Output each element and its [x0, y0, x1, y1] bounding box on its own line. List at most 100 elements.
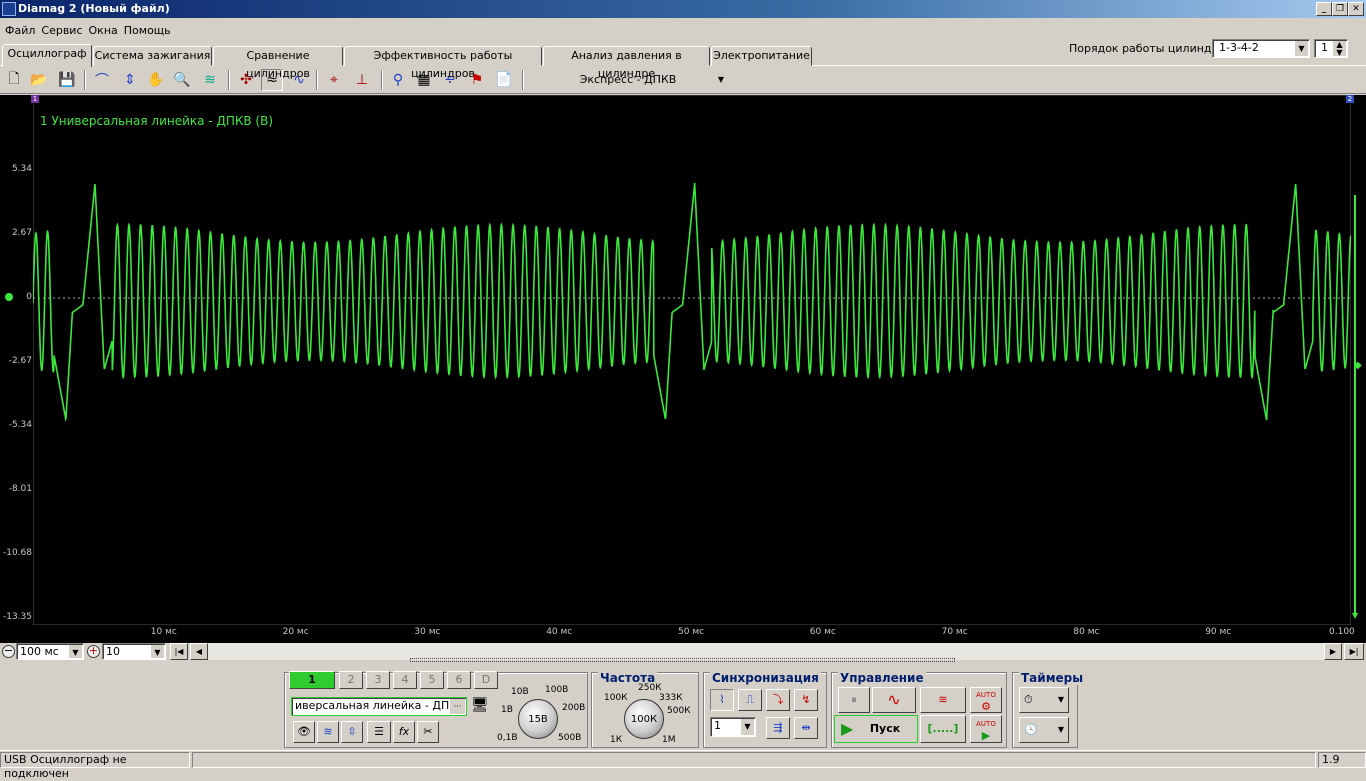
pause-button[interactable]: ⏸: [838, 687, 870, 713]
notes-icon[interactable]: 📄: [493, 69, 515, 91]
frame-count-select[interactable]: 10 ▼: [102, 643, 166, 660]
first-frame-button[interactable]: |◀: [170, 643, 188, 660]
channel-1-button[interactable]: 1: [289, 671, 335, 689]
fit-wave-icon[interactable]: ✣: [235, 69, 257, 91]
sync-level-icon[interactable]: ⇶: [766, 717, 790, 739]
x-tick-label: 80 мс: [1073, 627, 1100, 637]
timer-1-button[interactable]: ⏱ ▼: [1019, 687, 1069, 713]
waveform-series-line: [33, 182, 1351, 422]
tab-cylinder-efficiency[interactable]: Эффективность работы цилиндров: [344, 46, 542, 80]
frequency-knob[interactable]: 100К: [624, 699, 664, 739]
oscilloscope-view[interactable]: 1 Универсальная линейка - ДПКВ (В) 1 2 ◆…: [0, 95, 1366, 643]
frequency-label: 1М: [662, 735, 676, 745]
zoom-out-icon[interactable]: −: [2, 645, 15, 658]
sync-auto-icon[interactable]: ↯: [794, 689, 818, 711]
cursor-measure-icon[interactable]: ⇕: [119, 69, 141, 91]
function-icon[interactable]: fx: [393, 721, 415, 743]
timers-title: Таймеры: [1019, 671, 1086, 685]
menu-help[interactable]: Помощь: [121, 24, 174, 37]
chevron-down-icon: ▼: [150, 645, 164, 658]
y-tick-label: 2.67: [11, 228, 32, 238]
zoom-in-icon[interactable]: +: [87, 645, 100, 658]
line-style-icon[interactable]: ☰: [367, 721, 391, 743]
channel-d-button[interactable]: D: [474, 671, 498, 689]
hand-icon[interactable]: ✋: [145, 69, 167, 91]
cursor-curve-icon[interactable]: ⌒: [91, 69, 113, 91]
split-icon[interactable]: ÷: [439, 69, 461, 91]
waveform-plot[interactable]: [33, 95, 1351, 625]
close-button[interactable]: ✕: [1348, 2, 1364, 16]
sync-off-icon[interactable]: ⌇: [710, 689, 734, 711]
timebase-bar: − 100 мс ▼ + 10 ▼ |◀ ◀ ▶ ▶|: [0, 643, 1366, 662]
zoom-icon[interactable]: 🔍: [171, 69, 193, 91]
channel-4-button[interactable]: 4: [393, 671, 417, 689]
frequency-label: 1К: [610, 735, 623, 745]
tab-power[interactable]: Электропитание: [711, 46, 812, 66]
vertical-move-icon[interactable]: ⇳: [341, 721, 363, 743]
chevron-down-icon: ▼: [68, 645, 82, 658]
sync-rising-icon[interactable]: ⎍: [738, 689, 762, 711]
open-folder-icon[interactable]: 📂: [28, 69, 50, 91]
x-tick-label: 50 мс: [678, 627, 705, 637]
menu-windows[interactable]: Окна: [86, 24, 121, 37]
channel-5-button[interactable]: 5: [420, 671, 444, 689]
tab-oscilloscope[interactable]: Осциллограф: [2, 44, 92, 67]
tab-cylinder-compare[interactable]: Сравнение цилиндров: [213, 46, 343, 80]
tools-icon[interactable]: ✂: [417, 721, 439, 743]
auto-scale-icon[interactable]: ≋: [199, 69, 221, 91]
y-tick-label: -10.68: [2, 548, 32, 558]
channel-label: 1 Универсальная линейка - ДПКВ (В): [40, 114, 274, 128]
sensor-settings-icon[interactable]: 🖥: [471, 697, 489, 713]
restore-button[interactable]: ❐: [1332, 2, 1348, 16]
channel-6-button[interactable]: 6: [447, 671, 471, 689]
multi-wave-icon[interactable]: ∿: [288, 69, 310, 91]
range-button[interactable]: [.....]: [920, 715, 966, 743]
flag-icon[interactable]: ⚑: [466, 69, 488, 91]
minimize-button[interactable]: _: [1316, 2, 1332, 16]
more-icon[interactable]: ···: [449, 699, 465, 714]
timer-2-button[interactable]: 🕓 ▼: [1019, 717, 1069, 743]
sensor-name-field[interactable]: иверсальная линейка - ДПКВ ···: [291, 697, 467, 716]
tab-pressure-analysis[interactable]: Анализ давления в цилиндре: [543, 46, 710, 80]
grid-icon[interactable]: ▦: [413, 69, 435, 91]
menu-service[interactable]: Сервис: [38, 24, 85, 37]
wave-mode-icon[interactable]: ≋: [317, 721, 339, 743]
voltage-knob[interactable]: 15В: [518, 699, 558, 739]
auto-step-button[interactable]: AUTO ▶: [970, 715, 1002, 743]
frequency-label: 100К: [604, 693, 628, 703]
filter-icon[interactable]: ⚲: [387, 69, 409, 91]
channel-3-button[interactable]: 3: [366, 671, 390, 689]
voltage-knob-value: 15В: [528, 714, 548, 725]
voltage-label: 100В: [545, 685, 569, 695]
auto-run-button[interactable]: AUTO ⚙: [970, 687, 1002, 713]
multi-wave-button[interactable]: ≋: [920, 687, 966, 713]
overlay-wave-icon[interactable]: ≈: [261, 69, 283, 91]
new-file-icon[interactable]: 🗋: [3, 69, 25, 91]
scroll-left-button[interactable]: ◀: [190, 643, 208, 660]
frequency-label: 500К: [667, 706, 691, 716]
sync-channel-select[interactable]: 1 ▼: [710, 717, 756, 737]
y-tick-label: -8.01: [8, 484, 32, 494]
voltage-label: 200В: [562, 703, 586, 713]
start-button[interactable]: ▶ Пуск: [834, 715, 918, 743]
y-tick-label: -2.67: [8, 356, 32, 366]
preset-select[interactable]: Экспресс - ДПКВ ▼: [528, 70, 728, 90]
save-icon[interactable]: 💾: [56, 69, 78, 91]
scroll-right-button[interactable]: ▶: [1324, 643, 1342, 660]
x-tick-label: 40 мс: [546, 627, 573, 637]
single-wave-button[interactable]: ∿: [872, 687, 916, 713]
cursor-marker-right[interactable]: 2: [1346, 95, 1354, 103]
auto-level-icon[interactable]: ⌖: [323, 69, 345, 91]
timebase-select[interactable]: 100 мс ▼: [16, 643, 84, 660]
tab-ignition[interactable]: Система зажигания: [93, 46, 212, 66]
scroll-down-icon[interactable]: ▼: [1352, 611, 1358, 620]
sync-center-icon[interactable]: ⇹: [794, 717, 818, 739]
chevron-down-icon: ▼: [1057, 695, 1064, 704]
eye-icon[interactable]: 👁: [293, 721, 315, 743]
last-frame-button[interactable]: ▶|: [1344, 643, 1364, 660]
menu-file[interactable]: Файл: [2, 24, 38, 37]
sync-falling-icon[interactable]: ⤵: [766, 689, 790, 711]
channel-2-button[interactable]: 2: [339, 671, 363, 689]
cursor-marker-left[interactable]: 1: [31, 95, 39, 103]
zero-level-icon[interactable]: ⊥: [351, 69, 373, 91]
